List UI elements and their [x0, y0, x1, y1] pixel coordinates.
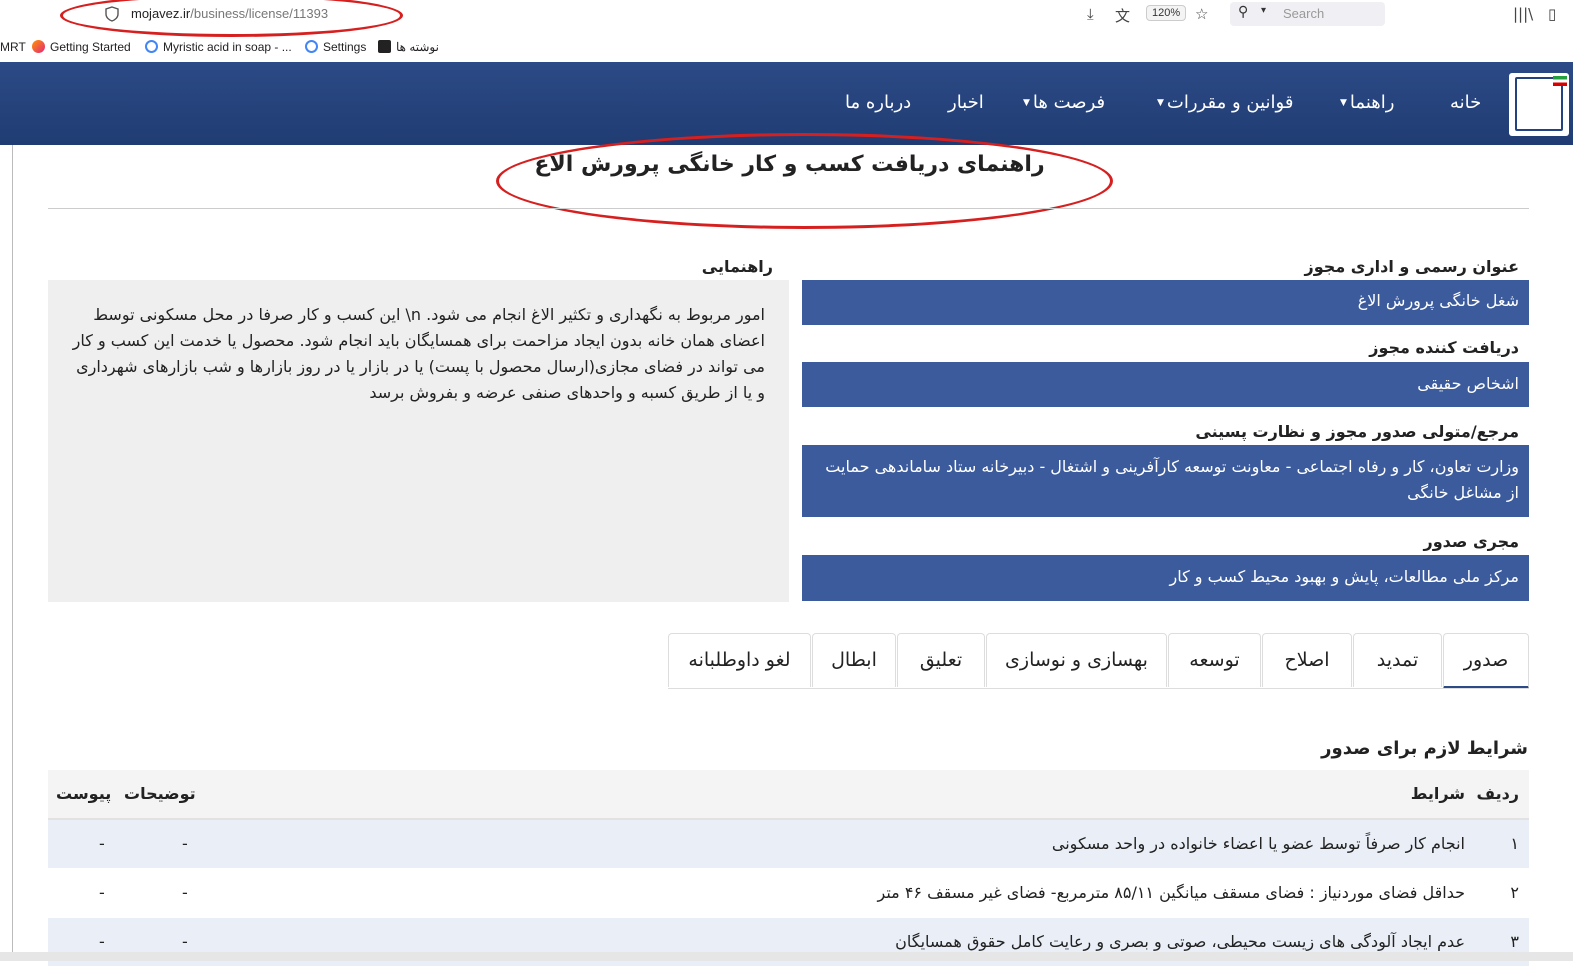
row-description: -: [182, 834, 188, 853]
tab-renew[interactable]: تمدید: [1353, 633, 1442, 687]
tab-revoke[interactable]: ابطال: [812, 633, 896, 687]
header-row-number: ردیف: [1476, 784, 1519, 803]
table-header: ردیف شرایط توضیحات پیوست: [48, 770, 1529, 820]
bookmarks-bar: MRT Getting Started Myristic acid in soa…: [0, 36, 1573, 58]
guide-label: راهنمایی: [701, 257, 773, 276]
caret-down-icon: ▼: [1023, 98, 1030, 108]
row-number: ۱: [1510, 834, 1519, 853]
recipient-value: اشخاص حقیقی: [802, 362, 1529, 407]
google-icon: [305, 40, 318, 53]
row-condition: حداقل فضای موردنیاز : فضای مسقف میانگین …: [877, 883, 1466, 902]
nav-news[interactable]: اخبار: [948, 92, 984, 113]
horizontal-scrollbar[interactable]: [0, 952, 1573, 961]
row-attachment: -: [99, 932, 105, 951]
tab-issue[interactable]: صدور: [1443, 633, 1529, 689]
tab-voluntary-cancel[interactable]: لغو داوطلبانه: [668, 633, 811, 687]
caret-down-icon: ▼: [1157, 98, 1164, 108]
table-row: ۲ حداقل فضای موردنیاز : فضای مسقف میانگی…: [48, 869, 1529, 917]
nav-guides[interactable]: ▼ راهنما: [1340, 92, 1394, 113]
table-row: ۱ انجام کار صرفاً توسط عضو یا اعضاء خانو…: [48, 820, 1529, 868]
tab-expand[interactable]: توسعه: [1168, 633, 1261, 687]
conditions-title: شرایط لازم برای صدور: [1321, 738, 1528, 759]
search-input[interactable]: ⚲ ▾ Search: [1230, 2, 1385, 26]
row-condition: انجام کار صرفاً توسط عضو یا اعضاء خانواد…: [1051, 834, 1465, 853]
tab-suspend[interactable]: تعلیق: [897, 633, 985, 687]
guide-text-box: امور مربوط به نگهداری و تکثیر الاغ انجام…: [48, 280, 789, 602]
bookmark-label: Myristic acid in soap - ...: [163, 40, 292, 54]
authority-label: مرجع/متولی صدور مجوز و نظارت پسینی: [1195, 422, 1519, 441]
translate-icon[interactable]: 文: [1115, 5, 1130, 26]
action-tabs: صدور تمدید اصلاح توسعه بهسازی و نوسازی ت…: [668, 633, 1529, 689]
tabs-baseline: [668, 688, 1529, 689]
nav-about[interactable]: درباره ما: [845, 92, 911, 113]
row-condition: عدم ایجاد آلودگی های زیست محیطی، صوتی و …: [895, 932, 1465, 951]
row-description: -: [182, 932, 188, 951]
executor-value: مرکز ملی مطالعات، پایش و بهبود محیط کسب …: [802, 555, 1529, 601]
notes-icon: [378, 40, 391, 53]
tab-amend[interactable]: اصلاح: [1262, 633, 1352, 687]
star-icon[interactable]: ☆: [1195, 5, 1208, 23]
flag-icon: [1553, 76, 1567, 86]
row-attachment: -: [99, 834, 105, 853]
official-title-label: عنوان رسمی و اداری مجوز: [1304, 257, 1519, 276]
red-annotation-circle-url: [60, 0, 403, 37]
bookmark-label: MRT: [0, 40, 26, 54]
nav-home[interactable]: خانه: [1450, 92, 1481, 113]
title-divider: [48, 208, 1529, 209]
bookmark-label: نوشته ها: [396, 40, 439, 54]
bookmark-myristic[interactable]: Myristic acid in soap - ...: [145, 40, 292, 54]
tab-renovate[interactable]: بهسازی و نوسازی: [986, 633, 1167, 687]
header-condition: شرایط: [1410, 784, 1465, 803]
google-icon: [145, 40, 158, 53]
search-icon: ⚲: [1238, 4, 1249, 20]
row-number: ۳: [1510, 932, 1519, 951]
nav-opportunities-label: فرصت ها: [1032, 92, 1106, 113]
row-description: -: [182, 883, 188, 902]
bookmark-label: Settings: [323, 40, 367, 54]
bookmark-notes[interactable]: نوشته ها: [378, 40, 439, 54]
bookmark-label: Getting Started: [50, 40, 131, 54]
bookmark-mrt[interactable]: MRT: [0, 40, 26, 54]
red-annotation-circle-title: [496, 133, 1113, 229]
nav-laws-label: قوانین و مقررات: [1166, 92, 1294, 113]
authority-value: وزارت تعاون، کار و رفاه اجتماعی - معاونت…: [802, 445, 1529, 517]
bookmark-getting-started[interactable]: Getting Started: [32, 40, 131, 54]
nav-opportunities[interactable]: ▼ فرصت ها: [1023, 92, 1105, 113]
library-icon[interactable]: |||\: [1513, 5, 1533, 23]
header-description: توضیحات: [124, 784, 196, 803]
official-title-value: شغل خانگی پرورش الاغ: [802, 280, 1529, 325]
executor-label: مجری صدور: [1423, 532, 1519, 551]
download-icon[interactable]: ⤓: [1087, 5, 1094, 23]
sidebar-icon[interactable]: ▯: [1548, 5, 1556, 23]
row-number: ۲: [1510, 883, 1519, 902]
search-placeholder: Search: [1283, 6, 1325, 21]
chevron-down-icon[interactable]: ▾: [1261, 5, 1266, 16]
nav-guides-label: راهنما: [1349, 92, 1395, 113]
zoom-indicator[interactable]: 120%: [1146, 5, 1187, 21]
recipient-label: دریافت کننده مجوز: [1369, 338, 1519, 357]
bookmark-settings[interactable]: Settings: [305, 40, 366, 54]
firefox-icon: [32, 40, 45, 53]
ministry-logo[interactable]: [1509, 73, 1569, 136]
header-attachment: پیوست: [56, 784, 112, 803]
nav-laws[interactable]: ▼ قوانین و مقررات: [1157, 92, 1293, 113]
caret-down-icon: ▼: [1340, 98, 1347, 108]
page-left-border: [12, 145, 13, 961]
row-attachment: -: [99, 883, 105, 902]
